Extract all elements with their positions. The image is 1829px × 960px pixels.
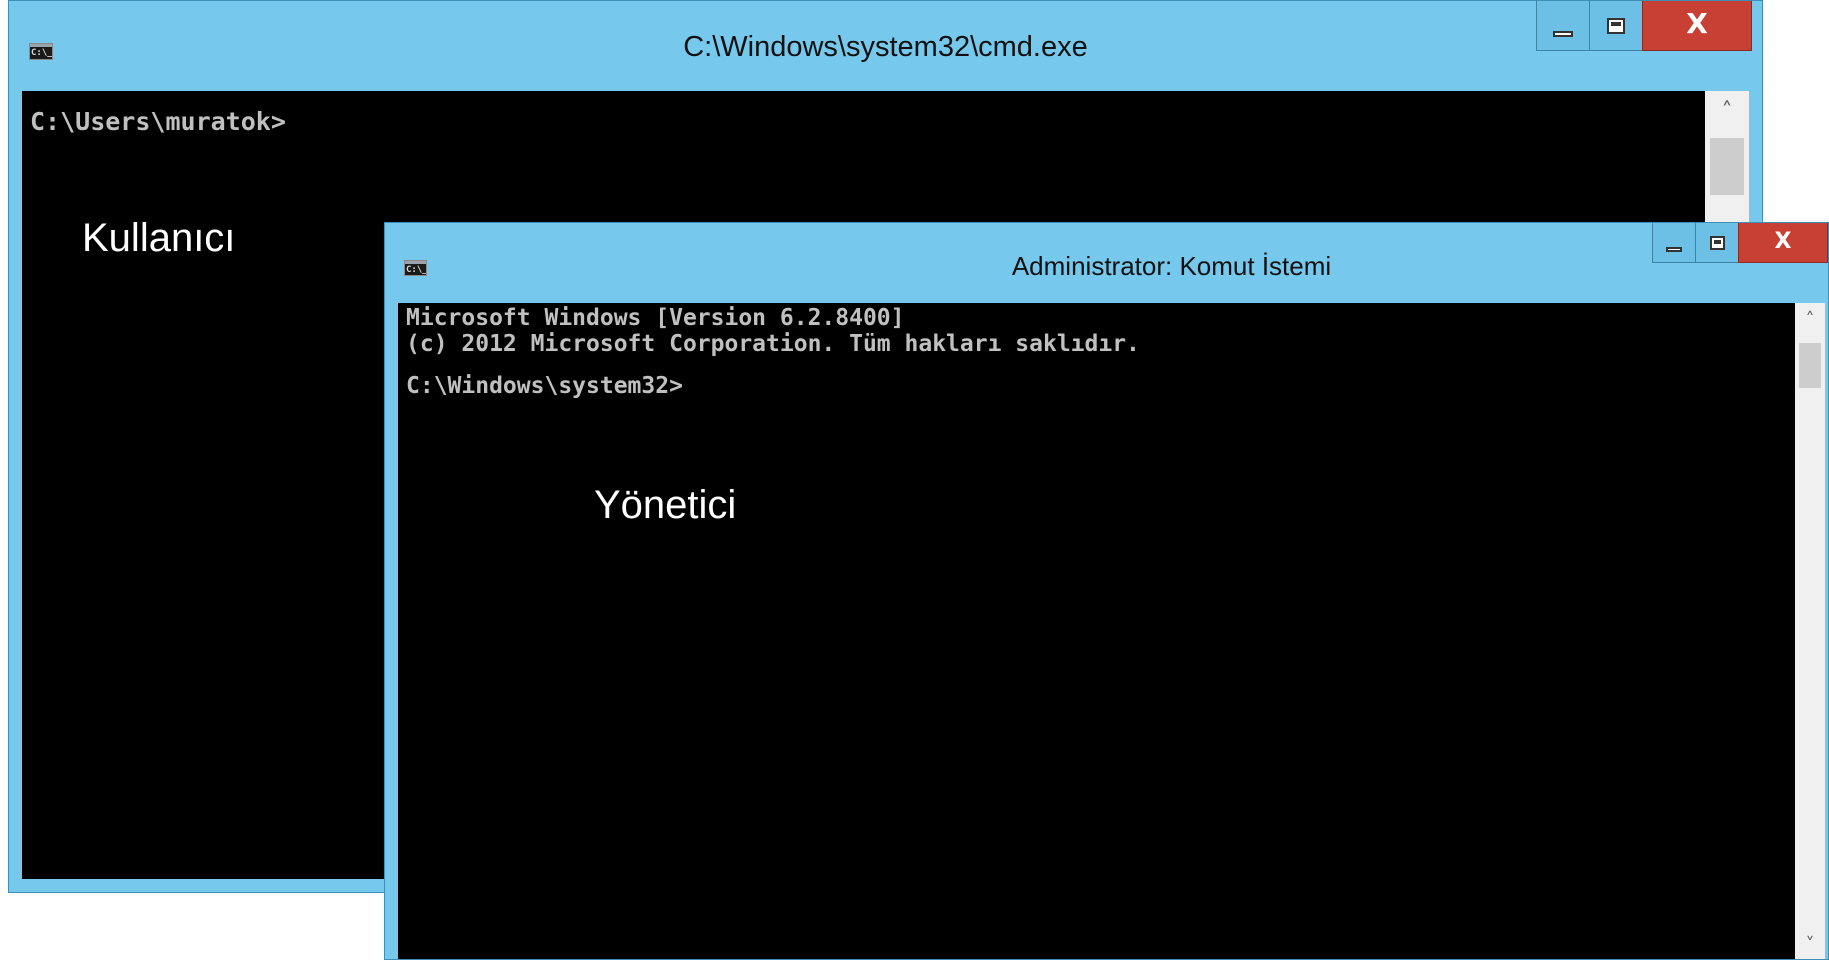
admin-cmd-titlebar[interactable]: C:\_ Administrator: Komut İstemi X: [385, 223, 1828, 303]
minimize-button[interactable]: [1652, 223, 1696, 263]
user-cmd-titlebar[interactable]: C:\_ C:\Windows\system32\cmd.exe X: [9, 1, 1762, 91]
scroll-down-arrow-icon[interactable]: ˅: [1795, 934, 1825, 955]
close-button[interactable]: X: [1642, 1, 1752, 51]
maximize-button[interactable]: [1589, 1, 1643, 51]
minimize-icon: [1553, 31, 1573, 38]
console-prompt-line: C:\Windows\system32>: [406, 373, 683, 399]
minimize-icon: [1666, 247, 1682, 253]
cmd-app-icon[interactable]: C:\_: [404, 260, 427, 276]
window-title: Administrator: Komut İstemi: [1011, 251, 1332, 281]
window-title: C:\Windows\system32\cmd.exe: [683, 31, 1088, 63]
console-prompt-line: C:\Users\muratok>: [30, 107, 286, 136]
caption-buttons: X: [1536, 1, 1752, 51]
scroll-up-arrow-icon[interactable]: ˄: [1795, 309, 1825, 330]
scroll-up-arrow-icon[interactable]: ˄: [1705, 99, 1749, 124]
maximize-icon: [1607, 17, 1625, 34]
console-copyright-line: (c) 2012 Microsoft Corporation. Tüm hakl…: [406, 331, 1140, 357]
vertical-scrollbar[interactable]: ˄ ˅: [1795, 303, 1825, 959]
console-version-line: Microsoft Windows [Version 6.2.8400]: [406, 305, 905, 331]
cmd-app-icon[interactable]: C:\_: [29, 43, 53, 60]
maximize-icon: [1710, 235, 1725, 250]
close-icon: X: [1774, 229, 1792, 254]
scroll-thumb[interactable]: [1799, 343, 1821, 388]
window-caption-label: Kullanıcı: [82, 216, 236, 260]
minimize-button[interactable]: [1536, 1, 1590, 51]
window-caption-label: Yönetici: [594, 483, 737, 527]
console-area[interactable]: Microsoft Windows [Version 6.2.8400] (c)…: [398, 303, 1795, 959]
close-icon: X: [1686, 7, 1708, 40]
admin-cmd-window[interactable]: C:\_ Administrator: Komut İstemi X Micro…: [384, 222, 1829, 960]
caption-buttons: X: [1652, 223, 1828, 263]
close-button[interactable]: X: [1738, 223, 1828, 263]
scroll-thumb[interactable]: [1710, 138, 1744, 195]
maximize-button[interactable]: [1695, 223, 1739, 263]
